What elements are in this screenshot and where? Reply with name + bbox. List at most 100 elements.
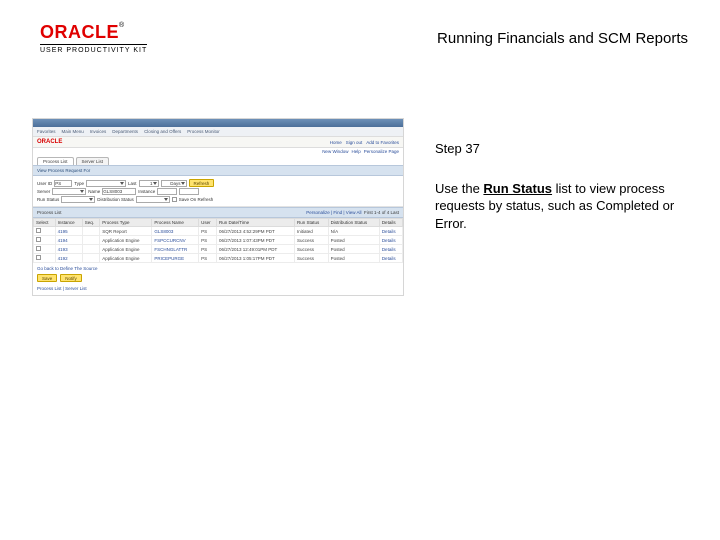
cell-user: PS [199, 245, 217, 254]
signout-link[interactable]: Sign out [346, 140, 363, 145]
cell-pname[interactable]: FSCHNGLATTR [152, 245, 199, 254]
table-row: 4194Application EngineFSPCCURCNVPS06/27/… [34, 236, 403, 245]
cell-select[interactable] [34, 245, 56, 254]
grid-tools[interactable]: Personalize | Find | View All [306, 210, 361, 215]
grid-range: First 1-4 of 4 Last [364, 210, 399, 215]
cell-details[interactable]: Details [379, 245, 402, 254]
window-titlebar [33, 119, 403, 127]
cell-seq [82, 254, 100, 263]
cell-rstat: Success [295, 254, 329, 263]
cell-instance[interactable]: 4195 [55, 227, 82, 236]
footer-tabs[interactable]: Process List | Server List [33, 286, 403, 295]
cell-ptype: Application Engine [100, 245, 152, 254]
last-unit-select[interactable]: Days [161, 180, 187, 187]
cell-ptype: Application Engine [100, 254, 152, 263]
cell-select[interactable] [34, 236, 56, 245]
table-row: 4195SQR ReportGLS8003PS06/27/2013 4:52:2… [34, 227, 403, 236]
type-label: Type [74, 181, 84, 186]
cell-dstat: Posted [328, 245, 379, 254]
chevron-down-icon [181, 182, 185, 185]
row-checkbox[interactable] [36, 228, 41, 233]
help-link[interactable]: Help [351, 149, 360, 154]
col-dt: Run Date/Time [217, 219, 295, 227]
row-checkbox[interactable] [36, 237, 41, 242]
crumb[interactable]: Main Menu [62, 129, 84, 134]
col-user: User [199, 219, 217, 227]
cell-details[interactable]: Details [379, 236, 402, 245]
last-count-select[interactable]: 1 [139, 180, 159, 187]
last-label: Last [128, 181, 137, 186]
crumb[interactable]: Invoices [90, 129, 107, 134]
header-links: Home Sign out Add to Favorites [330, 140, 399, 145]
col-rstat: Run Status [295, 219, 329, 227]
cell-dstat: N/A [328, 227, 379, 236]
page-links: New Window Help Personalize Page [33, 148, 403, 155]
cell-pname[interactable]: GLS8003 [152, 227, 199, 236]
instance-to-field[interactable] [179, 188, 199, 195]
crumb[interactable]: Departments [112, 129, 138, 134]
chevron-down-icon [164, 198, 168, 201]
save-on-refresh-checkbox[interactable] [172, 197, 177, 202]
cell-ptype: Application Engine [100, 236, 152, 245]
cell-rstat: Success [295, 245, 329, 254]
cell-rstat: Success [295, 236, 329, 245]
instruction-text: Use the Run Status list to view process … [435, 180, 690, 233]
cell-dt: 06/27/2013 4:52:29PM PDT [217, 227, 295, 236]
row-checkbox[interactable] [36, 255, 41, 260]
chevron-down-icon [80, 190, 84, 193]
cell-pname[interactable]: FSPCCURCNV [152, 236, 199, 245]
cell-details[interactable]: Details [379, 254, 402, 263]
back-link[interactable]: Go back to Define The Source [33, 263, 403, 274]
instr-bold: Run Status [483, 181, 552, 196]
cell-instance[interactable]: 4192 [55, 254, 82, 263]
crumb[interactable]: Process Monitor [187, 129, 220, 134]
cell-dstat: Posted [328, 254, 379, 263]
brand-word: ORACLE [40, 22, 119, 42]
cell-seq [82, 227, 100, 236]
table-row: 4192Application EnginePRICEPURGEPS06/27/… [34, 254, 403, 263]
instance-from-field[interactable] [157, 188, 177, 195]
home-link[interactable]: Home [330, 140, 342, 145]
cell-select[interactable] [34, 254, 56, 263]
crumb[interactable]: Closing and Offers [144, 129, 181, 134]
save-button[interactable]: Save [37, 274, 57, 282]
table-row: 4193 Application EngineFSCHNGLATTRPS06/27… [34, 245, 403, 254]
save-on-refresh-label: Save On Refresh [179, 197, 214, 202]
cell-dt: 06/27/2013 12:49:01PM PDT [217, 245, 295, 254]
run-status-select[interactable] [61, 196, 95, 203]
server-select[interactable] [52, 188, 86, 195]
personalize-link[interactable]: Personalize Page [364, 149, 399, 154]
col-select: Select [34, 219, 56, 227]
refresh-button[interactable]: Refresh [189, 179, 215, 187]
cell-instance[interactable]: 4193 [55, 245, 82, 254]
dist-status-select[interactable] [136, 196, 170, 203]
app-brand: ORACLE [37, 139, 62, 145]
type-select[interactable] [86, 180, 126, 187]
cell-details[interactable]: Details [379, 227, 402, 236]
row-checkbox[interactable] [36, 246, 41, 251]
fav-link[interactable]: Add to Favorites [366, 140, 399, 145]
name-label: Name [88, 189, 100, 194]
user-id-field[interactable]: PS [54, 180, 72, 187]
cell-select[interactable] [34, 227, 56, 236]
cell-dt: 06/27/2013 1:05:17PM PDT [217, 254, 295, 263]
cell-instance[interactable]: 4194 [55, 236, 82, 245]
cell-ptype: SQR Report [100, 227, 152, 236]
col-det: Details [379, 219, 402, 227]
name-field[interactable]: GLS8003 [102, 188, 136, 195]
app-screenshot: Favorites Main Menu Invoices Departments… [32, 118, 404, 296]
new-window-link[interactable]: New Window [322, 149, 348, 154]
tab-server-list[interactable]: Server List [76, 157, 110, 165]
chevron-down-icon [120, 182, 124, 185]
instr-pre: Use the [435, 181, 483, 196]
brand-logo: ORACLE® USER PRODUCTIVITY KIT [40, 22, 147, 54]
cell-pname[interactable]: PRICEPURGE [152, 254, 199, 263]
step-label: Step 37 [435, 140, 690, 158]
cell-seq [82, 245, 100, 254]
tabstrip: Process List Server List [33, 155, 403, 165]
cell-dt: 06/27/2013 1:07:43PM PDT [217, 236, 295, 245]
col-ptype: Process Type [100, 219, 152, 227]
tab-process-list[interactable]: Process List [37, 157, 74, 165]
notify-button[interactable]: Notify [60, 274, 82, 282]
crumb[interactable]: Favorites [37, 129, 56, 134]
